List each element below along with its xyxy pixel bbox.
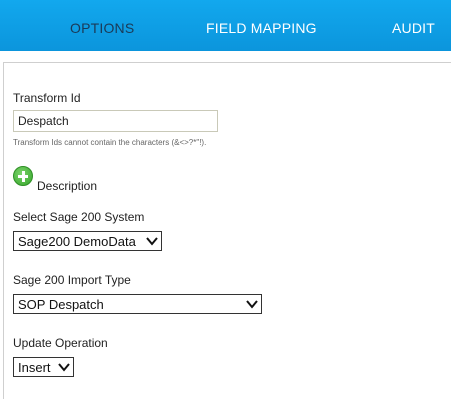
import-type-select[interactable]: SOP Despatch: [13, 294, 262, 314]
chevron-down-icon: [146, 237, 158, 246]
tab-options[interactable]: OPTIONS: [70, 20, 134, 36]
chevron-down-icon: [246, 300, 258, 309]
transform-id-hint: Transform Ids cannot contain the charact…: [13, 138, 207, 147]
tab-bar: OPTIONS FIELD MAPPING AUDIT: [0, 0, 451, 51]
tab-audit[interactable]: AUDIT: [392, 20, 435, 36]
import-type-label: Sage 200 Import Type: [13, 273, 131, 287]
update-operation-select[interactable]: Insert: [13, 357, 74, 377]
transform-id-label: Transform Id: [13, 91, 81, 105]
sage-system-select[interactable]: Sage200 DemoData: [13, 231, 162, 251]
description-label: Description: [37, 179, 98, 193]
transform-id-input[interactable]: [13, 110, 218, 132]
update-operation-label: Update Operation: [13, 336, 108, 350]
sage-system-selected: Sage200 DemoData: [18, 234, 136, 249]
add-description-icon[interactable]: [13, 166, 33, 186]
update-operation-selected: Insert: [18, 360, 51, 375]
import-type-selected: SOP Despatch: [18, 297, 104, 312]
tab-field-mapping[interactable]: FIELD MAPPING: [206, 20, 317, 36]
sage-system-label: Select Sage 200 System: [13, 210, 145, 224]
chevron-down-icon: [58, 363, 70, 372]
